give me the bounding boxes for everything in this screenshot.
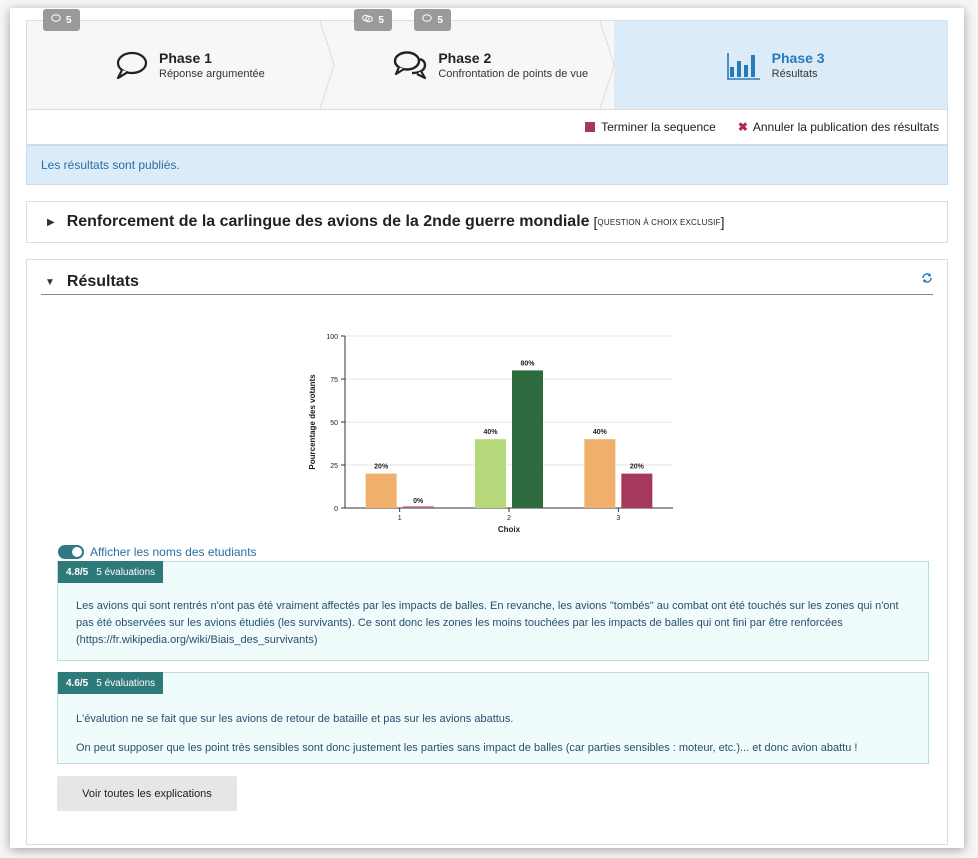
phase-3-title: Phase 3 (771, 50, 825, 66)
phase-1-count-badge: 5 (43, 9, 80, 31)
show-names-label[interactable]: Afficher les noms des etudiants (90, 545, 257, 559)
unpublish-results-label: Annuler la publication des résultats (752, 120, 939, 134)
refresh-icon[interactable] (921, 272, 933, 287)
bar (512, 370, 543, 508)
bar-baseline (365, 506, 397, 508)
bar (365, 473, 397, 508)
results-bar-chart: 0 25 50 75 100 Pourcentage des votants Choix 1 2… (308, 334, 673, 534)
y-tick-label: 100 (326, 334, 338, 341)
question-tag-close: ] (720, 214, 725, 230)
score-badge: 4.8/5 5 évaluations (58, 561, 164, 583)
explanation-text: L'évalution ne se fait que sur les avion… (76, 711, 911, 757)
bar-data-label: 20% (374, 464, 389, 471)
bar-baseline (402, 506, 434, 508)
close-icon: ✖ (737, 120, 748, 134)
phase-1-subtitle: Réponse argumentée (159, 68, 265, 80)
results-published-notice: Les résultats sont publiés. (26, 145, 948, 185)
notice-text: Les résultats sont publiés. (41, 158, 180, 172)
badge-count: 5 (437, 14, 443, 26)
bar-data-label: 0% (413, 498, 424, 505)
finish-sequence-label: Terminer la sequence (601, 120, 716, 134)
score-value: 4.8/5 (66, 566, 89, 578)
phase-1-step[interactable]: 5 Phase 1 Réponse argumentée (27, 9, 335, 109)
show-all-explanations-button[interactable]: Voir toutes les explications (57, 776, 237, 811)
phase-1-title: Phase 1 (159, 50, 212, 66)
caret-down-icon: ▼ (45, 276, 55, 288)
y-tick-label: 0 (334, 506, 338, 513)
evaluation-count: 5 évaluations (96, 677, 156, 689)
y-tick-label: 75 (330, 377, 338, 384)
x-tick-label: 3 (616, 515, 620, 522)
phase-1-text: Phase 1 Réponse argumentée (159, 50, 265, 80)
phase-2-subtitle: Confrontation de points de vue (438, 68, 589, 80)
score-badge: 4.6/5 5 évaluations (58, 672, 164, 694)
unpublish-results-button[interactable]: ✖ Annuler la publication des résultats (738, 120, 939, 134)
phase-2-step[interactable]: 5 5 Phase 2 Confrontation de points de v… (334, 9, 615, 109)
badge-count: 5 (66, 14, 72, 26)
step-separator (320, 21, 335, 109)
bar (621, 473, 653, 508)
question-type-tag: QUESTION À CHOIX EXCLUSIF (597, 217, 721, 227)
y-axis-label: Pourcentage des votants (308, 374, 317, 470)
phase-2-count-badge-2: 5 (414, 9, 451, 31)
show-names-toggle[interactable] (58, 545, 84, 559)
bar-data-label: 80% (520, 360, 535, 367)
evaluation-count: 5 évaluations (96, 566, 156, 578)
phase-2-text: Phase 2 Confrontation de points de vue (438, 50, 588, 80)
bar (475, 439, 506, 508)
bar-baseline (475, 506, 506, 508)
caret-right-icon: ▶ (47, 216, 55, 228)
stop-square-icon (585, 122, 596, 132)
explanation-paragraph: On peut supposer que les point très sens… (76, 742, 858, 754)
phase-2-count-badge-1: 5 (354, 9, 392, 31)
explanation-paragraph: L'évalution ne se fait que sur les avion… (76, 713, 514, 725)
show-names-toggle-row: Afficher les noms des etudiants (58, 545, 257, 559)
explanation-card: 4.6/5 5 évaluations L'évalution ne se fa… (57, 672, 929, 764)
explanation-paragraph: Les avions qui sont rentrés n'ont pas ét… (76, 600, 899, 646)
x-axis-label: Choix (498, 525, 521, 534)
explanation-card: 4.8/5 5 évaluations Les avions qui sont … (57, 561, 929, 661)
x-tick-label: 1 (398, 515, 402, 522)
phase-stepper: 5 Phase 1 Réponse argumentée 5 5 Phase 2… (26, 9, 948, 109)
bar-data-label: 20% (630, 464, 645, 471)
bar (584, 439, 616, 508)
show-all-explanations-label: Voir toutes les explications (82, 787, 212, 800)
bar-baseline (584, 506, 616, 508)
results-title: Résultats (66, 273, 139, 290)
bar-baseline (512, 506, 543, 508)
phase-3-subtitle: Résultats (771, 68, 818, 80)
bar-chart-icon (726, 53, 760, 80)
results-panel-header[interactable]: ▼ Résultats (41, 270, 933, 295)
results-panel: ▼ Résultats 0 25 50 75 100 Pourcentage des vo… (26, 259, 948, 845)
page-content: 5 Phase 1 Réponse argumentée 5 5 Phase 2… (26, 9, 948, 845)
comment-icon (422, 14, 433, 26)
y-tick-label: 25 (330, 463, 338, 470)
sequence-actions-bar: Terminer la sequence ✖ Annuler la public… (26, 109, 948, 145)
x-tick-label: 2 (507, 515, 511, 522)
score-value: 4.6/5 (66, 677, 89, 689)
question-title: Renforcement de la carlingue des avions … (66, 213, 590, 230)
badge-count: 5 (378, 14, 384, 26)
explanation-text: Les avions qui sont rentrés n'ont pas ét… (76, 598, 911, 649)
app-window: 5 Phase 1 Réponse argumentée 5 5 Phase 2… (10, 8, 964, 848)
finish-sequence-button[interactable]: Terminer la sequence (585, 120, 716, 134)
phase-3-text: Phase 3 Résultats (772, 50, 825, 80)
step-separator (599, 21, 615, 109)
comment-icon (51, 14, 61, 26)
question-panel-header[interactable]: ▶ Renforcement de la carlingue des avion… (26, 201, 948, 243)
comments-icon (362, 14, 374, 26)
speech-bubble-icon (116, 51, 148, 80)
bar-data-label: 40% (483, 429, 498, 436)
phase-3-step[interactable]: Phase 3 Résultats (613, 21, 947, 109)
bar-baseline (621, 506, 653, 508)
toggle-knob (72, 547, 82, 557)
phase-2-title: Phase 2 (438, 50, 492, 66)
y-tick-label: 50 (330, 420, 338, 427)
two-speech-bubbles-icon (394, 51, 427, 80)
bar-data-label: 40% (593, 429, 608, 436)
